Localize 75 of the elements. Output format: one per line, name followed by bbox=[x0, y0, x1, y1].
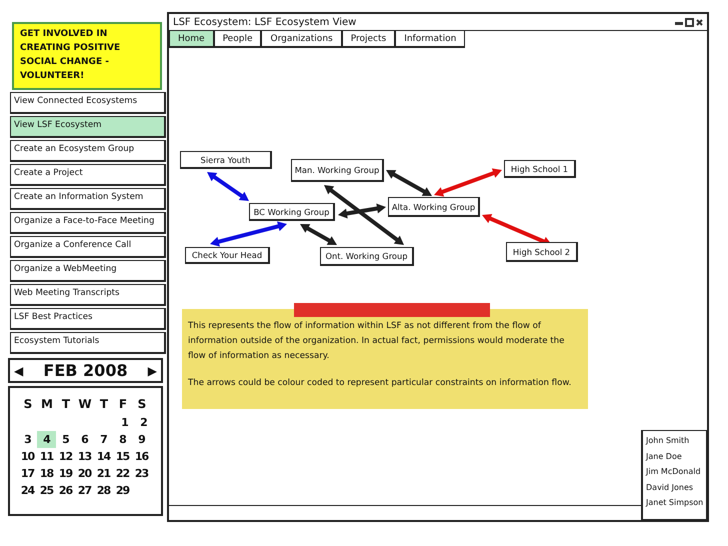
calendar-day[interactable]: 28 bbox=[94, 482, 113, 499]
calendar-day[interactable]: 17 bbox=[18, 465, 37, 482]
nav-link[interactable]: Create a Project bbox=[10, 164, 166, 186]
person-name[interactable]: Jim McDonald bbox=[646, 464, 706, 480]
nav-link[interactable]: Ecosystem Tutorials bbox=[10, 332, 166, 354]
calendar-day[interactable]: 26 bbox=[56, 482, 75, 499]
previous-month-button[interactable]: ◀ bbox=[14, 364, 24, 378]
calendar-day[interactable]: 12 bbox=[56, 448, 75, 465]
group-node: Man. Working Group bbox=[291, 159, 384, 182]
calendar-day[interactable]: 14 bbox=[94, 448, 113, 465]
tab[interactable]: People bbox=[214, 31, 262, 48]
calendar-day[interactable]: 7 bbox=[94, 431, 113, 448]
group-node: High School 1 bbox=[504, 160, 576, 178]
nav-link[interactable]: View Connected Ecosystems bbox=[10, 92, 166, 114]
calendar-day[interactable]: 24 bbox=[18, 482, 37, 499]
weekday-label: T bbox=[60, 396, 71, 413]
calendar-day[interactable]: 18 bbox=[37, 465, 56, 482]
volunteer-banner: GET INVOLVED IN CREATING POSITIVE SOCIAL CHANGE - VOLUNTEER! bbox=[12, 22, 162, 90]
calendar-day[interactable]: 16 bbox=[132, 448, 151, 465]
nav-link[interactable]: Create an Information System bbox=[10, 188, 166, 210]
nav-link[interactable]: Web Meeting Transcripts bbox=[10, 284, 166, 306]
tab[interactable]: Projects bbox=[342, 31, 396, 48]
nav-link[interactable]: Create an Ecosystem Group bbox=[10, 140, 166, 162]
calendar-day[interactable]: 23 bbox=[132, 465, 151, 482]
calendar-day[interactable]: 4 bbox=[37, 431, 56, 448]
weekday-label: M bbox=[40, 396, 53, 413]
minimize-icon[interactable] bbox=[675, 19, 683, 25]
calendar-day[interactable]: 27 bbox=[75, 482, 94, 499]
nav-link[interactable]: Organize a Conference Call bbox=[10, 236, 166, 258]
calendar-day[interactable]: 11 bbox=[37, 448, 56, 465]
weekday-label: S bbox=[136, 396, 146, 413]
calendar-day[interactable]: 15 bbox=[113, 448, 132, 465]
calendar-day[interactable]: 3 bbox=[18, 431, 37, 448]
note-text: This represents the flow of information within LSF as not different from the flow of information outside of the organization. In actual fact, permissions would moderate the flow of information as necessary. bbox=[188, 320, 566, 363]
calendar-day[interactable]: 20 bbox=[75, 465, 94, 482]
calendar-day[interactable]: 19 bbox=[56, 465, 75, 482]
next-month-button[interactable]: ▶ bbox=[148, 364, 157, 378]
nav-link[interactable]: Organize a Face-to-Face Meeting bbox=[10, 212, 166, 234]
close-icon[interactable] bbox=[696, 18, 703, 26]
calendar-day[interactable]: 5 bbox=[56, 431, 75, 448]
weekday-label: F bbox=[118, 396, 128, 413]
nav-link[interactable]: LSF Best Practices bbox=[10, 308, 166, 330]
weekday-label: S bbox=[22, 396, 32, 413]
maximize-icon[interactable] bbox=[685, 18, 694, 26]
group-node: BC Working Group bbox=[249, 203, 335, 221]
person-name[interactable]: Jane Doe bbox=[646, 448, 706, 464]
calendar-day[interactable]: 13 bbox=[75, 448, 94, 465]
window-title: LSF Ecosystem: LSF Ecosystem View bbox=[173, 16, 356, 28]
weekday-label: T bbox=[98, 396, 109, 413]
person-name[interactable]: John Smith bbox=[646, 433, 706, 448]
calendar-day[interactable]: 1 bbox=[115, 414, 134, 431]
note-text: The arrows could be colour coded to represent particular constraints on information flow. bbox=[188, 377, 572, 390]
calendar-day[interactable]: 9 bbox=[132, 431, 151, 448]
calendar-day[interactable]: 29 bbox=[113, 482, 132, 499]
weekday-label: W bbox=[77, 396, 92, 413]
calendar-day[interactable]: 8 bbox=[113, 431, 132, 448]
calendar-day[interactable]: 25 bbox=[37, 482, 56, 499]
tab[interactable]: Home bbox=[169, 31, 214, 48]
calendar-day[interactable]: 22 bbox=[113, 465, 132, 482]
tab[interactable]: Organizations bbox=[261, 31, 342, 48]
group-node: Ont. Working Group bbox=[320, 247, 414, 266]
group-node: Check Your Head bbox=[185, 247, 270, 264]
month-label: FEB 2008 bbox=[43, 361, 128, 380]
nav-link[interactable]: View LSF Ecosystem bbox=[10, 116, 166, 138]
group-node: High School 2 bbox=[506, 242, 578, 262]
nav-link[interactable]: Organize a WebMeeting bbox=[10, 260, 166, 282]
group-node: Sierra Youth bbox=[180, 151, 272, 169]
calendar-day[interactable]: 6 bbox=[75, 431, 94, 448]
person-name[interactable]: Janet Simpson bbox=[646, 495, 706, 510]
calendar-day[interactable]: 21 bbox=[94, 465, 113, 482]
calendar-day[interactable]: 2 bbox=[134, 414, 153, 431]
person-name[interactable]: David Jones bbox=[646, 480, 706, 495]
tab[interactable]: Information bbox=[395, 31, 466, 48]
calendar-day[interactable]: 10 bbox=[18, 448, 37, 465]
group-node: Alta. Working Group bbox=[388, 197, 480, 217]
